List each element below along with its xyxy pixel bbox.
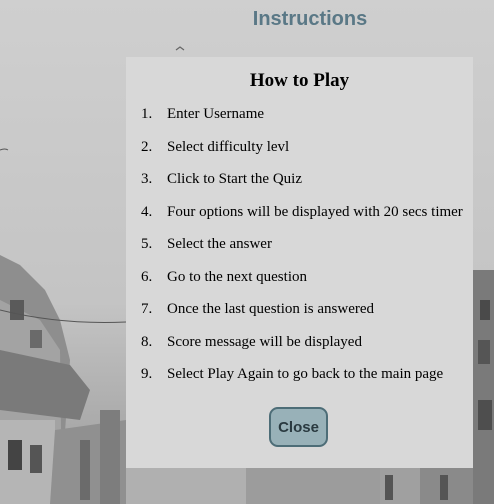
step-number: 5. <box>141 236 153 252</box>
step-text: Once the last question is answered <box>167 301 375 317</box>
instructions-modal: How to Play 1. Enter Username 2. Select … <box>126 57 473 468</box>
step-number: 7. <box>141 301 153 317</box>
step-text: Select Play Again to go back to the main… <box>167 366 444 382</box>
step-text: Select the answer <box>167 236 272 252</box>
step-number: 8. <box>141 333 153 350</box>
page-title: Instructions <box>252 8 368 30</box>
step-text: Four options will be displayed with 20 s… <box>167 203 463 220</box>
step-text: Click to Start the Quiz <box>167 171 302 187</box>
close-button[interactable]: Close <box>269 407 328 447</box>
step-number: 3. <box>141 171 153 187</box>
step-number: 2. <box>141 138 153 155</box>
step-number: 9. <box>141 366 153 382</box>
step-text: Select difficulty levl <box>167 138 290 155</box>
modal-title: How to Play <box>249 70 350 91</box>
step-text: Enter Username <box>167 106 265 122</box>
step-text: Score message will be displayed <box>167 333 362 350</box>
step-text: Go to the next question <box>167 268 307 285</box>
step-number: 6. <box>141 268 153 285</box>
step-number: 4. <box>141 203 153 220</box>
step-number: 1. <box>141 106 153 122</box>
